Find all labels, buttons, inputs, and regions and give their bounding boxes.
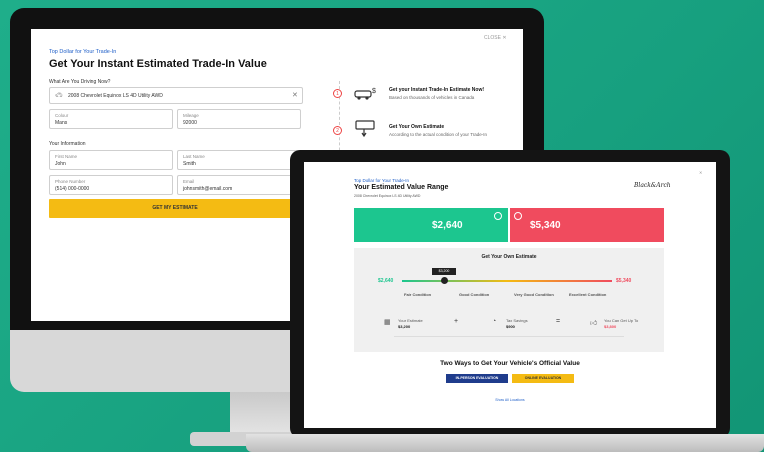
condition-excellent[interactable]: Excellent Condition (569, 292, 606, 297)
laptop-base (246, 434, 764, 452)
vehicle-field[interactable]: 🚗︎ 2008 Chevrolet Equinox LS 4D Utility … (49, 87, 303, 104)
laptop-vehicle-line: 2008 Chevrolet Equinox LS 4D Utility AWD (354, 194, 421, 198)
first-name-label: First Name (55, 154, 78, 159)
color-field[interactable]: Colour Mans (49, 109, 173, 129)
step-2-number: 2 (333, 126, 342, 135)
estimate-slider-track[interactable] (402, 280, 612, 282)
close-button[interactable]: CLOSE ✕ (484, 35, 507, 41)
get-estimate-button[interactable]: GET MY ESTIMATE (49, 199, 301, 218)
check-icon (494, 212, 502, 220)
piggy-bank-icon: ◔ (492, 318, 497, 325)
phone-label: Phone Number (55, 179, 86, 184)
high-value: $5,340 (530, 220, 561, 231)
email-value: johnsmith@email.com (183, 186, 233, 192)
step-2-title: Get Your Own Estimate (389, 124, 445, 130)
panel-divider (394, 336, 624, 337)
laptop-eyebrow: Top Dollar for Your Trade-In (354, 178, 410, 183)
last-name-value: Smith (183, 161, 196, 167)
slider-tag: $3,200 (432, 268, 456, 275)
phone-value: (514) 000-0000 (55, 186, 90, 192)
close-label: CLOSE (484, 35, 501, 41)
equals-operator: = (556, 318, 561, 325)
summary-total-value: $3,800 (604, 324, 617, 329)
plus-operator: + (454, 318, 459, 325)
info-section-label: Your Information (49, 141, 86, 147)
summary-tax-value: $900 (506, 324, 515, 329)
vehicle-section-label: What Are You Driving Now? (49, 79, 111, 85)
step-1-number: 1 (333, 89, 342, 98)
thumbs-up-icon: 👍︎ (590, 320, 598, 327)
step-1-title: Get your Instant Trade-In Estimate Now! (389, 87, 485, 93)
alert-icon (514, 212, 522, 220)
summary-tax-label: Tax Savings (506, 318, 528, 323)
summary-estimate-label: Your Estimate (398, 318, 423, 323)
show-locations-link[interactable]: Show All Locations (304, 398, 716, 402)
own-estimate-panel: Get Your Own Estimate $3,200 $2,640 $5,3… (354, 248, 664, 352)
first-name-value: John (55, 161, 66, 167)
color-value: Mans (55, 120, 68, 126)
slider-right-value: $5,340 (616, 278, 632, 284)
estimate-slider-handle[interactable] (441, 277, 448, 284)
calculator-icon: ▦ (384, 319, 391, 326)
low-value-card: $2,640 (354, 208, 508, 242)
step-1-subtitle: Based on thousands of vehicles in Canada (389, 95, 475, 100)
svg-text:$: $ (372, 88, 376, 95)
step-2-subtitle: According to the actual condition of you… (389, 132, 488, 137)
in-person-evaluation-button[interactable]: IN-PERSON EVALUATION (446, 374, 508, 383)
phone-field[interactable]: Phone Number (514) 000-0000 (49, 175, 173, 195)
last-name-field[interactable]: Last Name Smith (177, 150, 301, 170)
evaluation-section-title: Two Ways to Get Your Vehicle's Official … (440, 360, 580, 367)
car-icon: 🚗︎ (55, 93, 63, 99)
condition-fair[interactable]: Fair Condition (404, 292, 431, 297)
mileage-value: 92000 (183, 120, 197, 126)
eyebrow-text: Top Dollar for Your Trade-In (49, 49, 117, 55)
summary-estimate-value: $3,200 (398, 324, 411, 329)
condition-very-good[interactable]: Very Good Condition (514, 292, 554, 297)
low-value: $2,640 (432, 220, 463, 231)
first-name-field[interactable]: First Name John (49, 150, 173, 170)
high-value-card: $5,340 (510, 208, 664, 242)
color-label: Colour (55, 113, 69, 118)
laptop-title: Your Estimated Value Range (354, 184, 449, 191)
page-title: Get Your Instant Estimated Trade-In Valu… (49, 58, 267, 70)
dealer-logo: Black&Arch (634, 182, 671, 189)
close-icon: ✕ (502, 35, 507, 41)
car-price-icon: $ (353, 85, 379, 101)
mileage-field[interactable]: Mileage 92000 (177, 109, 301, 129)
slider-left-value: $2,640 (378, 278, 394, 284)
hand-click-icon (353, 119, 379, 139)
condition-good[interactable]: Good Condition (459, 292, 489, 297)
laptop-close-icon[interactable]: ✕ (699, 170, 702, 175)
laptop-screen: Top Dollar for Your Trade-In Your Estima… (304, 162, 716, 428)
summary-total-label: You Can Get Up To (604, 318, 639, 323)
mileage-label: Mileage (183, 113, 199, 118)
last-name-label: Last Name (183, 154, 205, 159)
own-estimate-title: Get Your Own Estimate (481, 254, 537, 260)
vehicle-value: 2008 Chevrolet Equinox LS 4D Utility AWD (68, 93, 163, 99)
email-field[interactable]: Email johnsmith@email.com (177, 175, 301, 195)
clear-icon[interactable]: ✕ (292, 91, 298, 99)
online-evaluation-button[interactable]: ONLINE EVALUATION (512, 374, 574, 383)
email-label: Email (183, 179, 195, 184)
